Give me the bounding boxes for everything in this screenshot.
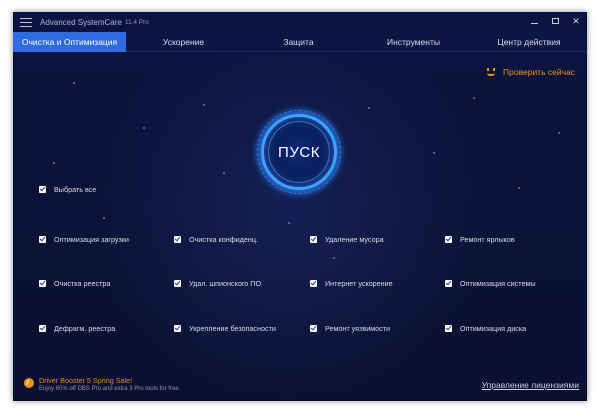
checkbox-checked[interactable] — [174, 325, 181, 332]
option-label: Удаление мусора — [325, 235, 384, 244]
option-shortcut-fix[interactable]: Ремонт ярлыков — [445, 235, 515, 244]
tab-bar: Очистка и Оптимизация Ускорение Защита И… — [13, 32, 587, 52]
option-label: Оптимизация загрузки — [54, 235, 129, 244]
scan-button-label: ПУСК — [278, 143, 320, 161]
option-label: Ремонт ярлыков — [460, 235, 515, 244]
tab-action-center[interactable]: Центр действия — [471, 32, 587, 52]
scan-button[interactable]: ПУСК — [253, 106, 345, 198]
tab-speedup[interactable]: Ускорение — [126, 32, 241, 52]
promo-subtitle: Enjoy 60% off DBS Pro and extra 3 Pro to… — [39, 386, 181, 392]
option-security-reinforce[interactable]: Укрепление безопасности — [174, 324, 276, 333]
option-label: Удал. шпионского ПО — [189, 279, 262, 288]
maximize-icon — [551, 18, 559, 24]
option-label: Ремонт уязвимости — [325, 324, 391, 333]
driver-booster-icon — [24, 378, 34, 388]
tab-tools[interactable]: Инструменты — [356, 32, 471, 52]
minimize-icon — [530, 22, 538, 24]
option-vulnerability-fix[interactable]: Ремонт уязвимости — [310, 324, 390, 333]
checkbox-checked[interactable] — [445, 325, 452, 332]
promo-title[interactable]: Driver Booster 5 Spring Sale! — [39, 376, 180, 385]
option-boot-optimization[interactable]: Оптимизация загрузки — [39, 235, 129, 244]
check-now-link[interactable]: Проверить сейчас — [486, 67, 575, 77]
checkbox-checked[interactable] — [39, 236, 46, 243]
option-label: Интернет ускорение — [325, 279, 393, 288]
select-all-label: Выбрать все — [54, 185, 97, 194]
checkbox-checked[interactable] — [445, 280, 452, 287]
option-disk-optimization[interactable]: Оптимизация диска — [445, 324, 526, 333]
manage-licenses-link[interactable]: Управление лицензиями — [482, 380, 579, 390]
maximize-button[interactable] — [550, 15, 560, 27]
option-privacy-sweep[interactable]: Очистка конфиденц. — [174, 235, 258, 244]
option-label: Оптимизация системы — [460, 279, 536, 288]
checkbox-checked[interactable] — [39, 186, 46, 193]
checkbox-checked[interactable] — [39, 280, 46, 287]
promo-banner[interactable]: Driver Booster 5 Spring Sale! Enjoy 60% … — [24, 376, 180, 393]
app-window: Advanced SystemCare 11.4 Pro ✕ Очистка и… — [13, 12, 587, 401]
checkbox-checked[interactable] — [310, 236, 317, 243]
option-spyware-removal[interactable]: Удал. шпионского ПО — [174, 279, 261, 288]
app-title: Advanced SystemCare — [40, 17, 122, 27]
checkbox-checked[interactable] — [310, 325, 317, 332]
checkbox-checked[interactable] — [174, 280, 181, 287]
smile-icon — [486, 67, 496, 77]
option-registry-clean[interactable]: Очистка реестра — [39, 279, 110, 288]
check-now-label: Проверить сейчас — [503, 67, 576, 77]
title-bar: Advanced SystemCare 11.4 Pro ✕ — [13, 12, 587, 32]
option-registry-defrag[interactable]: Дефрагм. реестра — [39, 324, 115, 333]
select-all-checkbox[interactable]: Выбрать все — [39, 185, 96, 194]
tab-protect[interactable]: Защита — [241, 32, 356, 52]
option-system-optimization[interactable]: Оптимизация системы — [445, 279, 536, 288]
option-label: Очистка конфиденц. — [189, 235, 258, 244]
checkbox-checked[interactable] — [310, 280, 317, 287]
option-label: Укрепление безопасности — [189, 324, 276, 333]
hamburger-menu-icon[interactable] — [20, 17, 32, 27]
app-version: 11.4 Pro — [124, 18, 149, 26]
checkbox-checked[interactable] — [39, 325, 46, 332]
close-button[interactable]: ✕ — [571, 15, 581, 27]
option-label: Дефрагм. реестра — [54, 324, 116, 333]
close-icon: ✕ — [572, 15, 580, 26]
option-label: Оптимизация диска — [460, 324, 527, 333]
checkbox-checked[interactable] — [445, 236, 452, 243]
tab-cleanup-optimization[interactable]: Очистка и Оптимизация — [13, 32, 126, 52]
checkbox-checked[interactable] — [174, 236, 181, 243]
option-junk-clean[interactable]: Удаление мусора — [310, 235, 384, 244]
option-internet-boost[interactable]: Интернет ускорение — [310, 279, 393, 288]
window-controls: ✕ — [529, 15, 581, 27]
option-label: Очистка реестра — [54, 279, 111, 288]
minimize-button[interactable] — [529, 15, 539, 27]
